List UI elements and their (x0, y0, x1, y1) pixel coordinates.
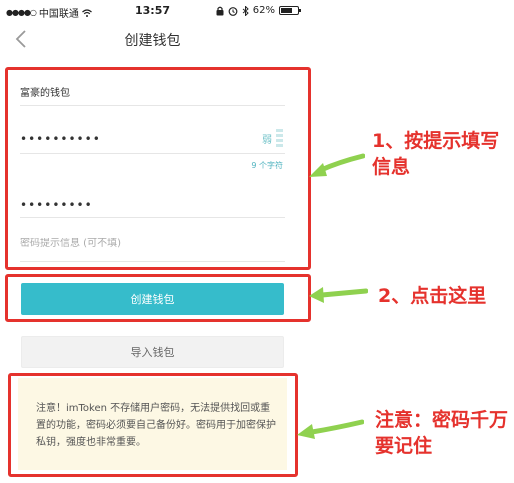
highlight-create-button-box (5, 274, 311, 322)
status-bar: ●●●●○ 中国联通 13:57 62% (0, 0, 305, 22)
battery-icon (279, 6, 301, 15)
arrow-left-icon (309, 287, 368, 303)
page-title: 创建钱包 (124, 33, 181, 49)
bluetooth-icon (242, 5, 249, 16)
annotation-warning: 注意：密码千万要记住 (375, 409, 509, 457)
lock-icon (216, 6, 224, 15)
annotation-step-1: 1、按提示填写信息 (372, 130, 500, 178)
arrow-left-icon (309, 153, 365, 177)
battery-percent: 62% (252, 5, 275, 16)
annotation-step-2: 2、点击这里 (378, 285, 487, 307)
nav-bar: 创建钱包 (0, 22, 305, 56)
highlight-notice-box (8, 373, 298, 477)
arrow-left-icon (297, 419, 364, 439)
import-wallet-button[interactable]: 导入钱包 (21, 336, 284, 368)
status-right: 62% (216, 5, 301, 16)
alarm-icon (228, 6, 238, 16)
highlight-form-box (5, 67, 311, 270)
